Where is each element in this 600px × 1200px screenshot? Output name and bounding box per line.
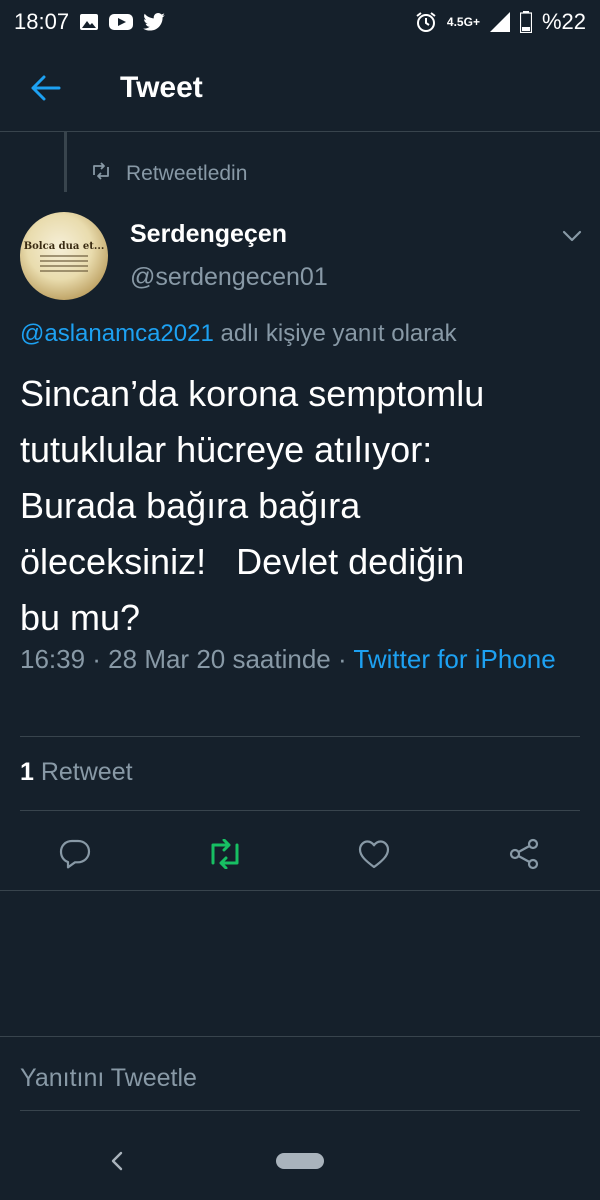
twitter-icon: [143, 13, 165, 31]
chevron-down-icon[interactable]: [558, 224, 586, 248]
status-bar: 18:07 4.5G+ %22: [0, 0, 600, 44]
top-bar: Tweet: [0, 44, 600, 132]
youtube-icon: [109, 13, 134, 31]
nav-back-icon[interactable]: [102, 1146, 132, 1176]
system-nav-bar: [0, 1130, 600, 1200]
avatar[interactable]: Bolca dua et...: [20, 212, 108, 300]
author-handle[interactable]: @serdengecen01: [130, 263, 328, 292]
retweet-count: 1: [20, 758, 34, 786]
retweet-count-label: Retweet: [33, 758, 133, 786]
alarm-icon: [415, 11, 437, 33]
battery-icon: [519, 11, 532, 33]
retweet-stats[interactable]: 1 Retweet: [20, 758, 133, 787]
back-arrow-icon[interactable]: [14, 56, 78, 120]
action-bar: [0, 820, 600, 884]
signal-icon: [489, 12, 510, 32]
tweet-meta: 16:39 · 28 Mar 20 saatinde · Twitter for…: [20, 640, 580, 678]
retweet-context-label: Retweetledin: [126, 162, 248, 185]
reply-context-text: adlı kişiye yanıt olarak: [213, 320, 457, 347]
divider: [0, 890, 600, 891]
like-icon[interactable]: [352, 832, 396, 876]
share-icon[interactable]: [502, 832, 546, 876]
divider: [20, 736, 580, 737]
network-4g-icon: 4.5G+: [446, 15, 480, 29]
tweet-timestamp: 16:39 · 28 Mar 20 saatinde ·: [20, 644, 354, 674]
author-name[interactable]: Serdengeçen: [130, 220, 287, 249]
reply-icon[interactable]: [53, 832, 97, 876]
divider: [20, 810, 580, 811]
status-time: 18:07: [14, 9, 70, 34]
nav-home-pill[interactable]: [276, 1153, 324, 1169]
retweet-small-icon: [90, 162, 112, 186]
reply-context: @aslanamca2021 adlı kişiye yanıt olarak: [20, 320, 457, 348]
tweet-text: Sincan’da korona semptomlu tutuklular hü…: [20, 373, 485, 638]
avatar-caption: Bolca dua et...: [23, 240, 105, 252]
battery-percent: %22: [541, 9, 586, 34]
thread-line: [64, 132, 67, 192]
page-title: Tweet: [120, 70, 203, 104]
reply-input[interactable]: Yanıtını Tweetle: [20, 1064, 197, 1093]
image-icon: [79, 13, 99, 31]
reply-input-underline: [20, 1110, 580, 1111]
tweet-source-link[interactable]: Twitter for iPhone: [353, 644, 555, 674]
retweet-context: Retweetledin: [90, 162, 247, 186]
reply-box-top-border: [0, 1036, 600, 1037]
reply-mention-link[interactable]: @aslanamca2021: [20, 320, 214, 347]
retweet-icon[interactable]: [203, 832, 247, 876]
